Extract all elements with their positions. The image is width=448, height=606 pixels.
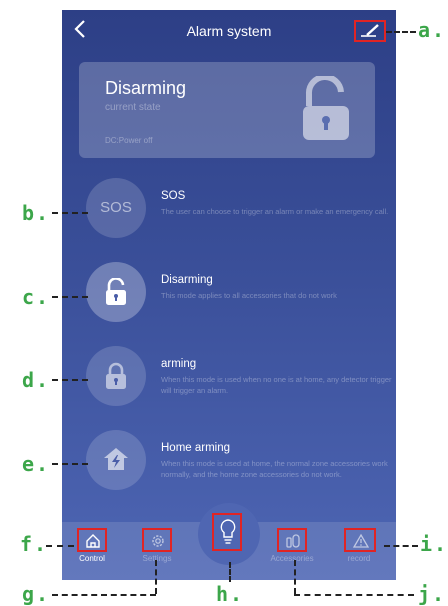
current-state-label: current state	[105, 102, 161, 113]
mode-title: Disarming	[161, 274, 213, 286]
annotation-label-h: h.	[216, 582, 245, 606]
mode-description: The user can choose to trigger an alarm …	[161, 207, 389, 216]
sensor-icon	[286, 534, 300, 548]
tab-label: record	[347, 554, 371, 563]
mode-title: Home arming	[161, 442, 231, 454]
mode-description: When this mode is used when no one is at…	[161, 375, 392, 395]
arming-button[interactable]	[86, 346, 146, 406]
disarming-button[interactable]	[86, 262, 146, 322]
home-arming-button[interactable]	[86, 430, 146, 490]
mode-disarming[interactable]: Disarming This mode applies to all acces…	[86, 262, 386, 326]
mode-arming[interactable]: arming When this mode is used when no on…	[86, 346, 392, 410]
page-title: Alarm system	[186, 23, 272, 39]
annotation-line-j-vertical	[294, 560, 296, 594]
phone-screen: Alarm system Disarming current state DC:…	[62, 10, 396, 580]
annotation-label-b: b.	[22, 201, 51, 225]
annotation-label-j: j.	[418, 582, 447, 606]
annotation-line-j	[294, 594, 414, 596]
pencil-icon	[361, 24, 379, 37]
annotation-label-c: c.	[22, 285, 51, 309]
gear-icon	[152, 535, 164, 547]
tab-icon-box	[142, 528, 172, 552]
unlock-icon	[106, 278, 126, 305]
annotation-line-e	[52, 463, 88, 465]
annotation-line-f	[46, 545, 74, 547]
power-status: DC:Power off	[105, 136, 153, 145]
annotation-label-e: e.	[22, 452, 51, 476]
lightbulb-button[interactable]	[198, 503, 260, 565]
tab-label: Accessories	[270, 554, 314, 563]
lock-icon	[106, 362, 126, 389]
annotation-line-h	[229, 562, 231, 582]
annotation-line-a	[386, 31, 416, 33]
mode-title: arming	[161, 358, 197, 370]
unlocked-padlock-icon	[303, 76, 349, 140]
home-icon	[86, 534, 100, 548]
lightbulb-icon	[220, 519, 236, 544]
tab-label: Settings	[142, 554, 172, 563]
tab-icon-box	[77, 528, 107, 552]
annotation-line-g-vertical	[155, 560, 157, 594]
mode-home-arming[interactable]: Home arming When this mode is used at ho…	[86, 430, 388, 494]
tab-label: Control	[79, 554, 105, 563]
annotation-line-c	[52, 296, 88, 298]
annotation-label-g: g.	[22, 582, 51, 606]
status-card: Disarming current state DC:Power off	[79, 62, 375, 158]
annotation-label-a: a.	[418, 18, 447, 42]
home-lightning-icon	[104, 448, 128, 470]
sos-icon-text: SOS	[100, 199, 132, 216]
sos-button[interactable]: SOS	[86, 178, 146, 238]
center-icon-box	[212, 513, 242, 551]
mode-sos[interactable]: SOS SOS The user can choose to trigger a…	[86, 178, 388, 242]
annotation-line-i	[384, 545, 418, 547]
annotation-label-d: d.	[22, 368, 51, 392]
tab-settings[interactable]: Settings	[132, 528, 182, 574]
tab-icon-box	[277, 528, 307, 552]
tab-icon-box	[344, 528, 376, 552]
header: Alarm system	[62, 10, 396, 54]
annotation-line-d	[52, 379, 88, 381]
edit-button[interactable]	[354, 20, 386, 42]
tab-accessories[interactable]: Accessories	[267, 528, 317, 574]
annotation-label-i: i.	[420, 532, 448, 556]
warning-icon	[352, 533, 370, 548]
tab-record[interactable]: record	[334, 528, 384, 574]
annotation-line-g	[52, 594, 156, 596]
annotation-label-f: f.	[20, 532, 49, 556]
annotation-line-b	[52, 212, 88, 214]
mode-title: SOS	[161, 190, 186, 202]
mode-description: When this mode is used at home, the norm…	[161, 459, 388, 479]
current-state-title: Disarming	[105, 78, 187, 98]
tab-control[interactable]: Control	[67, 528, 117, 574]
mode-description: This mode applies to all accessories tha…	[161, 291, 337, 300]
